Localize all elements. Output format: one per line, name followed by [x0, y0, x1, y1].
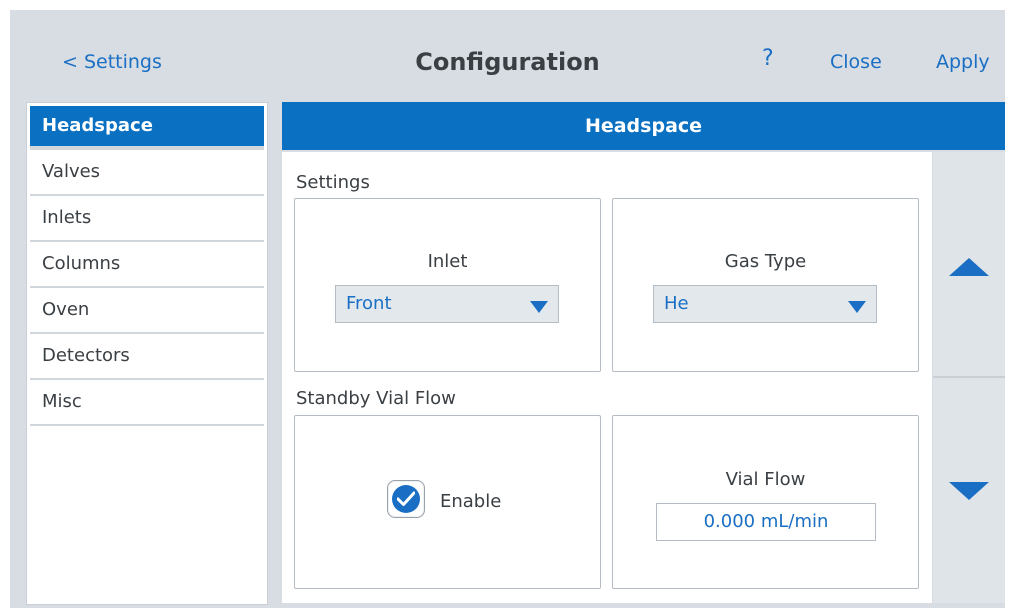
sidebar-nav: Headspace Valves Inlets Columns Oven Det… [26, 102, 268, 605]
scroll-controls [933, 152, 1005, 603]
sidebar-item-oven[interactable]: Oven [30, 288, 264, 334]
close-button[interactable]: Close [830, 51, 882, 73]
gas-type-label: Gas Type [724, 251, 807, 272]
inlet-card: Inlet Front [294, 198, 601, 372]
enable-card: Enable [294, 415, 601, 589]
arrow-up-icon[interactable] [949, 258, 989, 276]
inlet-dropdown[interactable]: Front [335, 285, 559, 323]
sidebar-item-misc[interactable]: Misc [30, 380, 264, 426]
enable-checkbox[interactable] [387, 480, 425, 518]
panel-content: Settings Inlet Front Gas Type He Standby… [282, 152, 932, 603]
app-window: < Settings Configuration ? Close Apply H… [10, 10, 1005, 608]
caret-down-icon [848, 301, 866, 313]
gas-type-dropdown-value: He [664, 293, 689, 314]
scroll-divider [933, 376, 1005, 378]
check-icon [392, 485, 420, 513]
caret-down-icon [530, 301, 548, 313]
sidebar-item-columns[interactable]: Columns [30, 242, 264, 288]
settings-section-label: Settings [296, 172, 370, 193]
help-button[interactable]: ? [762, 46, 774, 71]
vial-flow-label: Vial Flow [725, 469, 806, 490]
sidebar-item-headspace[interactable]: Headspace [30, 106, 264, 150]
vial-flow-input[interactable]: 0.000 mL/min [656, 503, 876, 541]
standby-section-label: Standby Vial Flow [296, 388, 456, 409]
gas-type-dropdown[interactable]: He [653, 285, 877, 323]
sidebar-item-inlets[interactable]: Inlets [30, 196, 264, 242]
inlet-dropdown-value: Front [346, 293, 392, 314]
vial-flow-card: Vial Flow 0.000 mL/min [612, 415, 919, 589]
apply-button[interactable]: Apply [936, 51, 990, 73]
sidebar-item-valves[interactable]: Valves [30, 150, 264, 196]
top-bar: < Settings Configuration ? Close Apply [10, 10, 1005, 102]
panel-title: Headspace [282, 102, 1005, 150]
arrow-down-icon[interactable] [949, 482, 989, 500]
inlet-label: Inlet [427, 251, 468, 272]
enable-label[interactable]: Enable [440, 491, 501, 512]
sidebar-item-detectors[interactable]: Detectors [30, 334, 264, 380]
gas-type-card: Gas Type He [612, 198, 919, 372]
